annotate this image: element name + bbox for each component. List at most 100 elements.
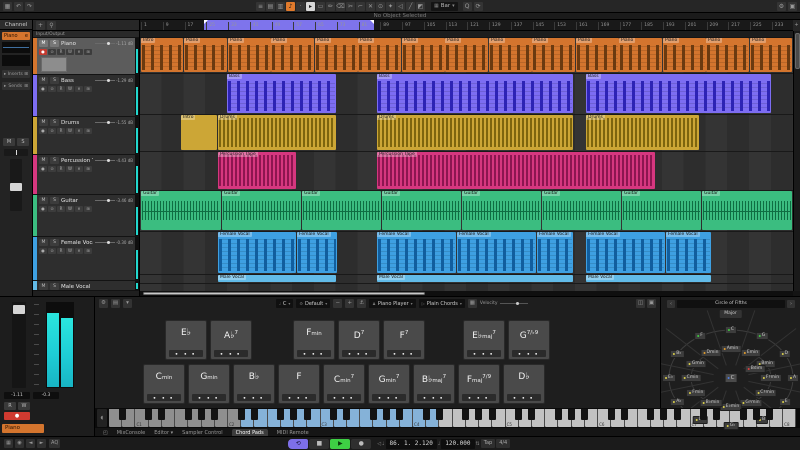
play-button[interactable]: ▶ [330,439,350,449]
chord-pad[interactable]: B♭maj7 [413,364,455,404]
freeze-button[interactable]: ⊞ [84,206,92,212]
clip[interactable]: Intro [141,38,183,72]
clip[interactable]: Percussion Tape [218,152,296,189]
circle-chord-chip[interactable]: Bdim [745,365,766,373]
chord-pad[interactable]: Cmin [143,364,185,404]
tab-sampler-control[interactable]: Sampler Control [182,430,222,436]
clip[interactable]: Piano [663,38,706,72]
peak-readout[interactable]: -0.3 [33,392,59,399]
mute-button[interactable]: M [39,197,48,204]
solo-button[interactable]: S [50,157,59,164]
volume-slider[interactable] [95,80,115,81]
piano-key-black[interactable] [119,409,126,420]
circle-chord-chip[interactable]: A♭ [670,398,684,406]
circle-chord-chip[interactable]: G [756,332,769,340]
chord-pad[interactable]: Gmin [188,364,230,404]
cycle-button[interactable]: ⟲ [288,439,308,449]
edit-channel-icon[interactable]: e [25,32,28,40]
piano-key-black[interactable] [343,409,350,420]
eq-curve-display[interactable] [2,42,30,53]
clip[interactable]: Piano [706,38,749,72]
ruler-options-icon[interactable]: + [793,20,800,31]
piano-key-black[interactable] [462,409,469,420]
chord-pad[interactable]: Fmaj7/9 [458,364,500,404]
activate-project-icon[interactable]: ≡ [256,2,265,11]
chord-pad[interactable]: G7/♭9 [508,320,550,360]
piano-key-black[interactable] [383,409,390,420]
edit-button[interactable]: e [75,166,83,172]
piano-key-black[interactable] [370,409,377,420]
edit-button[interactable]: e [75,128,83,134]
track-header-female-vocal[interactable]: MSFemale Vocal-0.30 dB●⊙RWe⊞ [33,237,139,281]
pads-view-icon[interactable]: ▤ [111,299,120,308]
window-zones-icon[interactable]: ▣ [788,2,797,11]
write-automation-button[interactable]: W [18,402,30,410]
circle-chord-chip[interactable]: B♭min [700,399,723,407]
record-enable-button[interactable]: ● [39,49,47,55]
circle-chord-chip[interactable]: C [725,326,737,334]
piano-key-black[interactable] [145,409,152,420]
grid-type-select[interactable]: ▦ Bar ▾ [431,2,458,11]
add-send-icon[interactable]: ⊞ [24,84,28,89]
solo-button[interactable]: S [50,77,59,84]
velocity-slider[interactable] [500,303,528,304]
split-tool[interactable]: ✂ [346,2,355,11]
channel-tab[interactable]: Channel [0,20,32,30]
circle-chord-chip[interactable]: Gmin [686,360,707,368]
clip[interactable]: Guitar [462,191,541,230]
chord-pad[interactable]: F [278,364,320,404]
circle-chord-chip[interactable]: Emin [741,349,761,357]
record-button[interactable]: ● [351,439,371,449]
piano-key-black[interactable] [581,409,588,420]
adaptive-voicing-icon[interactable]: ⚓ [357,299,366,308]
clip[interactable]: Male Vocal [218,275,336,282]
circle-chord-chip[interactable]: F♯min [760,374,782,382]
clip[interactable]: Female Vocal [218,232,296,273]
volume-fader[interactable] [12,302,26,388]
edit-button[interactable]: e [75,86,83,92]
piano-key-black[interactable] [304,409,311,420]
solo-button[interactable]: S [50,119,59,126]
root-key-select[interactable]: ♩C▾ [276,299,293,308]
piano-key-black[interactable] [555,409,562,420]
channel-name-chip[interactable]: Piano [2,424,44,433]
fader-handle[interactable] [10,183,22,191]
player-select[interactable]: ♟Piano Player▾ [369,299,415,308]
horizontal-scroll-thumb[interactable] [143,292,425,295]
piano-key-black[interactable] [423,409,430,420]
clip[interactable]: Intro [181,115,217,150]
clip[interactable]: Female Vocal [666,232,711,273]
edit-button[interactable]: e [75,206,83,212]
instrument-thumbnail[interactable] [41,57,67,72]
iterative-quantize-icon[interactable]: ⟳ [474,2,483,11]
erase-tool[interactable]: ⌫ [336,2,345,11]
clip[interactable]: Guitar [542,191,621,230]
edit-button[interactable]: e [75,49,83,55]
circle-chord-chip[interactable]: Dmin [701,349,722,357]
clip[interactable]: Piano [489,38,532,72]
piano-key-black[interactable] [290,409,297,420]
clip[interactable]: Guitar [382,191,461,230]
read-button[interactable]: R [57,206,65,212]
chord-pad[interactable]: Fmin [293,320,335,360]
track-filter-icon[interactable]: ⚲ [47,21,56,30]
pads-filter-icon[interactable]: ▾ [123,299,132,308]
edit-button[interactable]: e [75,248,83,254]
clip[interactable]: Piano [576,38,619,72]
vertical-scrollbar[interactable] [793,31,800,291]
freeze-button[interactable]: ⊞ [84,166,92,172]
chord-pad[interactable]: F7 [383,320,425,360]
tab-midi-remote[interactable]: MIDI Remote [277,430,309,436]
play-tool[interactable]: ◁ [396,2,405,11]
piano-key-black[interactable] [185,409,192,420]
circle-chord-chip[interactable]: B♭ [670,350,684,358]
sends-section-header[interactable]: ▸ Sends ⊞ [2,82,30,90]
clip[interactable]: Female Vocal [457,232,536,273]
to-marker-icon[interactable]: ◁ [377,441,381,447]
vertical-scroll-thumb[interactable] [795,33,800,69]
monitor-button[interactable]: ⊙ [48,49,56,55]
read-automation-button[interactable]: R [4,402,16,410]
track-header-male-vocal[interactable]: MSMale Vocal [33,281,139,291]
write-button[interactable]: W [66,206,74,212]
circle-chord-chip[interactable]: F [694,332,706,340]
